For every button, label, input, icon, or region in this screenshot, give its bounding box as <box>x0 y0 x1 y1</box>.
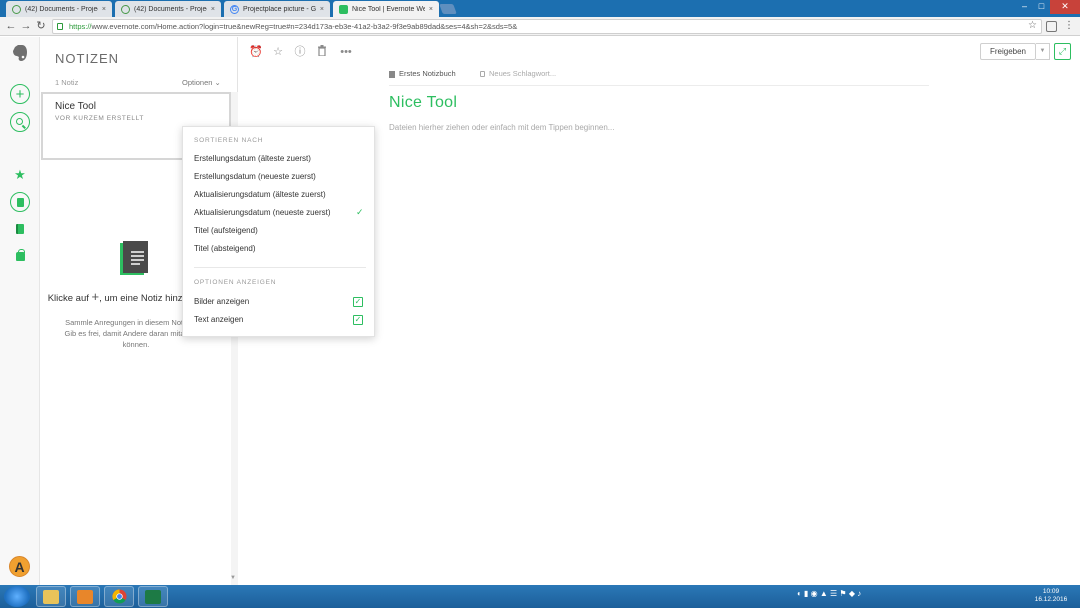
tab-close-icon[interactable]: × <box>320 6 324 13</box>
options-dropdown-menu: SORTIEREN NACH Erstellungsdatum (älteste… <box>182 126 375 337</box>
show-images-checkbox[interactable]: ✓ <box>353 297 363 307</box>
clock-date: 16.12.2016 <box>1034 596 1068 603</box>
tag-placeholder: Neues Schlagwort... <box>489 69 557 78</box>
tag-input[interactable]: Neues Schlagwort... <box>480 69 556 78</box>
browser-tab[interactable]: (42) Documents - Projec × <box>6 1 112 17</box>
options-dropdown-button[interactable]: Optionen ⌄ <box>182 78 221 87</box>
sort-option[interactable]: Erstellungsdatum (neueste zuerst) <box>194 170 366 184</box>
info-icon[interactable]: ⓘ <box>293 45 307 59</box>
notebook-icon <box>389 70 395 78</box>
projectplace-icon <box>12 4 21 14</box>
scroll-down-arrow-icon[interactable]: ▼ <box>230 575 236 581</box>
notes-icon[interactable] <box>10 192 30 212</box>
notebooks-icon[interactable] <box>10 219 30 239</box>
window-minimize-button[interactable]: – <box>1016 0 1033 14</box>
file-explorer-taskbar-icon[interactable] <box>36 586 66 607</box>
sort-option[interactable]: Titel (aufsteigend) <box>194 224 366 238</box>
share-button[interactable]: Freigeben <box>980 43 1036 60</box>
sort-option[interactable]: Aktualisierungsdatum (älteste zuerst) <box>194 188 366 202</box>
sort-option[interactable]: Titel (absteigend) <box>194 242 366 256</box>
note-card-title: Nice Tool <box>55 101 96 112</box>
tab-close-icon[interactable]: × <box>211 6 215 13</box>
tab-title: (42) Documents - Projec <box>25 5 98 13</box>
new-tab-button[interactable] <box>439 4 457 14</box>
note-list-title: NOTIZEN <box>55 51 120 66</box>
more-options-icon[interactable]: ••• <box>339 45 353 59</box>
projectplace-icon <box>121 4 130 14</box>
sort-option[interactable]: Erstellungsdatum (älteste zuerst) <box>194 152 366 166</box>
reminder-alarm-icon[interactable]: ⏰ <box>249 45 263 59</box>
chrome-taskbar-icon[interactable] <box>104 586 134 607</box>
bookmark-star-icon[interactable]: ☆ <box>1028 19 1040 33</box>
empty-notebook-icon <box>120 241 148 275</box>
tab-close-icon[interactable]: × <box>429 6 433 13</box>
tab-title: Projectplace picture - Go <box>243 5 316 13</box>
tab-close-icon[interactable]: × <box>102 6 106 13</box>
tags-icon[interactable] <box>10 246 30 266</box>
sort-section-header: SORTIEREN NACH <box>194 137 264 144</box>
display-section-header: OPTIONEN ANZEIGEN <box>194 279 277 286</box>
browser-tab[interactable]: (42) Documents - Projec × <box>115 1 221 17</box>
left-rail: + ★ A <box>0 37 40 585</box>
browser-menu-icon[interactable]: ⋮ <box>1064 19 1074 33</box>
shortcuts-star-icon[interactable]: ★ <box>10 165 30 185</box>
note-card-subtitle: VOR KURZEM ERSTELLT <box>55 115 144 122</box>
window-maximize-button[interactable]: □ <box>1033 0 1050 14</box>
options-label: Optionen <box>182 78 213 87</box>
show-images-option[interactable]: Bilder anzeigen <box>194 295 366 309</box>
show-text-option[interactable]: Text anzeigen <box>194 313 366 327</box>
chevron-down-icon: ⌄ <box>214 78 221 87</box>
sort-option-selected[interactable]: Aktualisierungsdatum (neueste zuerst) <box>194 206 366 220</box>
taskbar-clock[interactable]: 10:09 16.12.2016 <box>1028 588 1074 604</box>
note-count: 1 Notiz <box>55 78 79 87</box>
evernote-app: + ★ A NOTIZEN 1 Notiz Optionen ⌄ Nice To… <box>0 37 1080 585</box>
reload-icon[interactable]: ↻ <box>34 19 48 33</box>
browser-tab-active[interactable]: Nice Tool | Evernote We × <box>333 1 439 17</box>
notebook-name: Erstes Notizbuch <box>399 69 456 78</box>
expand-icon[interactable]: ⤢ <box>1054 43 1071 60</box>
tag-icon <box>480 71 485 78</box>
browser-tab[interactable]: G Projectplace picture - Go × <box>224 1 330 17</box>
browser-tab-strip: (42) Documents - Projec × (42) Documents… <box>0 0 1080 17</box>
extension-icon[interactable] <box>1046 21 1057 32</box>
excel-taskbar-icon[interactable] <box>138 586 168 607</box>
window-close-button[interactable]: ✕ <box>1050 0 1080 14</box>
search-icon[interactable] <box>10 112 30 132</box>
clock-time: 10:09 <box>1042 588 1060 595</box>
url-text: www.evernote.com/Home.action?login=true&… <box>91 22 518 31</box>
account-avatar[interactable]: A <box>9 556 30 577</box>
tab-title: (42) Documents - Projec <box>134 5 207 13</box>
evernote-icon <box>339 4 348 14</box>
checkmark-icon: ✓ <box>356 207 364 217</box>
google-icon: G <box>230 4 239 14</box>
notebook-selector[interactable]: Erstes Notizbuch <box>389 69 456 78</box>
outlook-taskbar-icon[interactable] <box>70 586 100 607</box>
lock-icon <box>57 23 63 30</box>
evernote-logo-icon[interactable] <box>10 43 30 63</box>
empty-headline-prefix: Klicke auf <box>47 293 89 304</box>
plus-icon: + <box>91 289 100 304</box>
trash-icon[interactable] <box>315 45 329 59</box>
back-arrow-icon[interactable]: ← <box>4 19 18 33</box>
windows-taskbar: ◐ ▮ ◉ ▲ ☰ ⚑ ◆ ♪ 10:09 16.12.2016 <box>0 585 1080 608</box>
url-scheme: https:// <box>69 22 92 31</box>
note-body-field[interactable]: Dateien hierher ziehen oder einfach mit … <box>389 123 614 132</box>
new-note-plus-icon[interactable]: + <box>10 84 30 104</box>
address-bar[interactable]: https://www.evernote.com/Home.action?log… <box>52 19 1042 34</box>
favorite-star-icon[interactable]: ☆ <box>271 45 285 59</box>
divider <box>389 85 929 86</box>
menu-divider <box>194 267 366 268</box>
show-text-checkbox[interactable]: ✓ <box>353 315 363 325</box>
tab-title: Nice Tool | Evernote We <box>352 5 425 13</box>
system-tray[interactable]: ◐ ▮ ◉ ▲ ☰ ⚑ ◆ ♪ <box>797 589 861 598</box>
browser-toolbar: ← → ↻ https://www.evernote.com/Home.acti… <box>0 17 1080 36</box>
note-title-field[interactable]: Nice Tool <box>389 94 457 112</box>
share-dropdown-chevron-icon[interactable]: ▼ <box>1036 43 1050 60</box>
start-button[interactable] <box>4 586 30 607</box>
forward-arrow-icon[interactable]: → <box>19 19 33 33</box>
